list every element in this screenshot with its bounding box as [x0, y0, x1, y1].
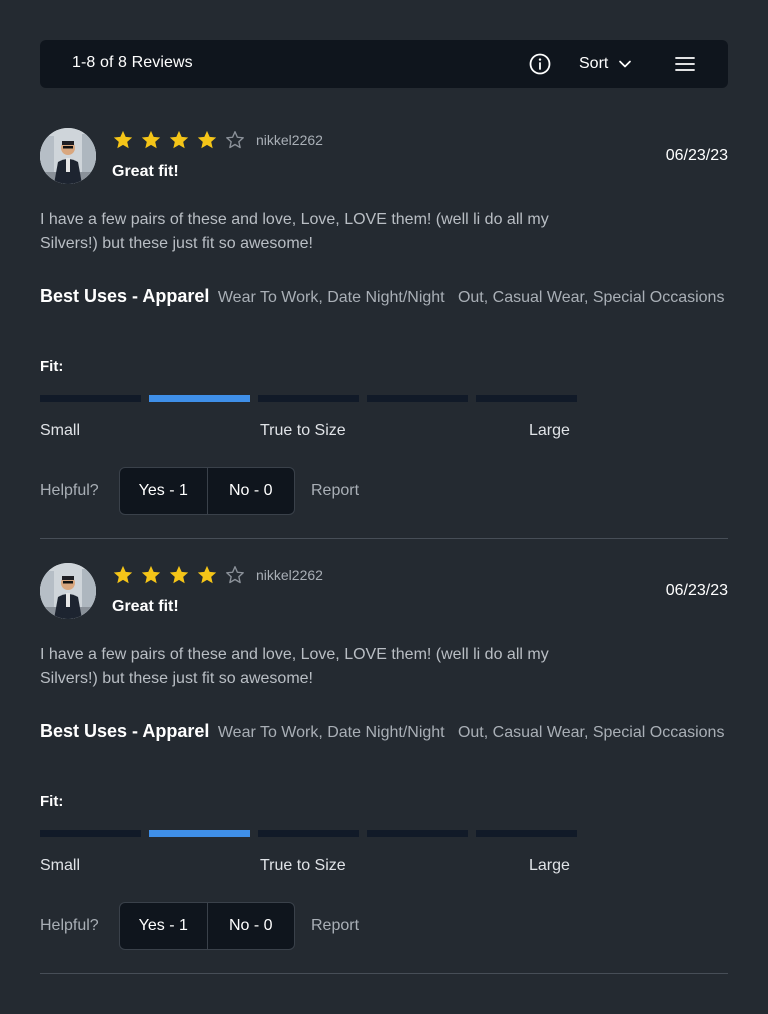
- star-rating: [112, 564, 252, 586]
- star-filled-icon: [197, 565, 217, 584]
- sort-button[interactable]: Sort: [579, 52, 632, 76]
- review-date: 06/23/23: [665, 582, 728, 599]
- star-filled-icon: [169, 130, 189, 149]
- fit-large-label: Large: [529, 857, 570, 874]
- best-uses-values: Wear To Work, Date Night/Night Out, Casu…: [217, 289, 725, 306]
- star-filled-icon: [113, 565, 133, 584]
- best-uses-label: Best Uses - Apparel: [40, 286, 210, 306]
- star-filled-icon: [169, 565, 189, 584]
- fit-true-label: True to Size: [260, 857, 346, 874]
- reviews-count: 1-8 of 8 Reviews: [72, 54, 193, 71]
- fit-small-label: Small: [40, 422, 81, 439]
- review-title: Great fit!: [112, 598, 179, 615]
- fit-segment-selected: [149, 395, 250, 402]
- menu-icon[interactable]: [674, 53, 696, 75]
- fit-true-label: True to Size: [260, 422, 346, 439]
- review-card: nikkel2262 Great fit! 06/23/23 I have a …: [40, 538, 728, 974]
- review-body: I have a few pairs of these and love, Lo…: [40, 646, 549, 687]
- fit-segment: [367, 830, 468, 837]
- fit-segment: [476, 830, 577, 837]
- review-username: nikkel2262: [256, 567, 323, 583]
- fit-segment: [40, 830, 141, 837]
- helpful-no-button[interactable]: No - 0: [206, 903, 295, 949]
- reviews-page: 1-8 of 8 Reviews Sort nikkel2262 Great f…: [0, 0, 768, 1014]
- reviews-toolbar: 1-8 of 8 Reviews Sort: [40, 40, 728, 88]
- fit-label: Fit:: [40, 358, 64, 375]
- best-uses: Best Uses - Apparel Wear To Work, Date N…: [40, 719, 728, 745]
- star-rating: [112, 129, 252, 151]
- review-body: I have a few pairs of these and love, Lo…: [40, 211, 549, 252]
- report-link[interactable]: Report: [311, 482, 359, 500]
- fit-label: Fit:: [40, 793, 64, 810]
- star-filled-icon: [113, 130, 133, 149]
- review-title: Great fit!: [112, 163, 179, 180]
- fit-segment: [258, 830, 359, 837]
- fit-segment: [258, 395, 359, 402]
- review-divider: [40, 973, 728, 974]
- star-filled-icon: [141, 130, 161, 149]
- helpful-yes-button[interactable]: Yes - 1: [120, 468, 207, 514]
- fit-segment-selected: [149, 830, 250, 837]
- star-empty-icon: [226, 566, 244, 584]
- helpful-label: Helpful?: [40, 482, 99, 499]
- star-filled-icon: [141, 565, 161, 584]
- fit-scale: [40, 830, 585, 837]
- helpful-yes-button[interactable]: Yes - 1: [120, 903, 207, 949]
- avatar: [40, 128, 96, 184]
- star-empty-icon: [226, 131, 244, 149]
- best-uses-label: Best Uses - Apparel: [40, 721, 210, 741]
- review-card: nikkel2262 Great fit! 06/23/23 I have a …: [40, 103, 728, 539]
- review-date: 06/23/23: [665, 147, 728, 164]
- helpful-no-button[interactable]: No - 0: [206, 468, 295, 514]
- info-icon[interactable]: [528, 52, 552, 76]
- fit-segment: [40, 395, 141, 402]
- report-link[interactable]: Report: [311, 917, 359, 935]
- avatar: [40, 563, 96, 619]
- fit-segment: [367, 395, 468, 402]
- sort-label: Sort: [579, 55, 609, 72]
- chevron-down-icon: [619, 60, 632, 68]
- fit-large-label: Large: [529, 422, 570, 439]
- best-uses: Best Uses - Apparel Wear To Work, Date N…: [40, 284, 728, 310]
- helpful-vote-group: Yes - 1 No - 0: [119, 467, 295, 515]
- fit-segment: [476, 395, 577, 402]
- review-username: nikkel2262: [256, 132, 323, 148]
- star-filled-icon: [197, 130, 217, 149]
- helpful-label: Helpful?: [40, 917, 99, 934]
- best-uses-values: Wear To Work, Date Night/Night Out, Casu…: [217, 724, 725, 741]
- helpful-vote-group: Yes - 1 No - 0: [119, 902, 295, 950]
- fit-scale: [40, 395, 585, 402]
- fit-small-label: Small: [40, 857, 81, 874]
